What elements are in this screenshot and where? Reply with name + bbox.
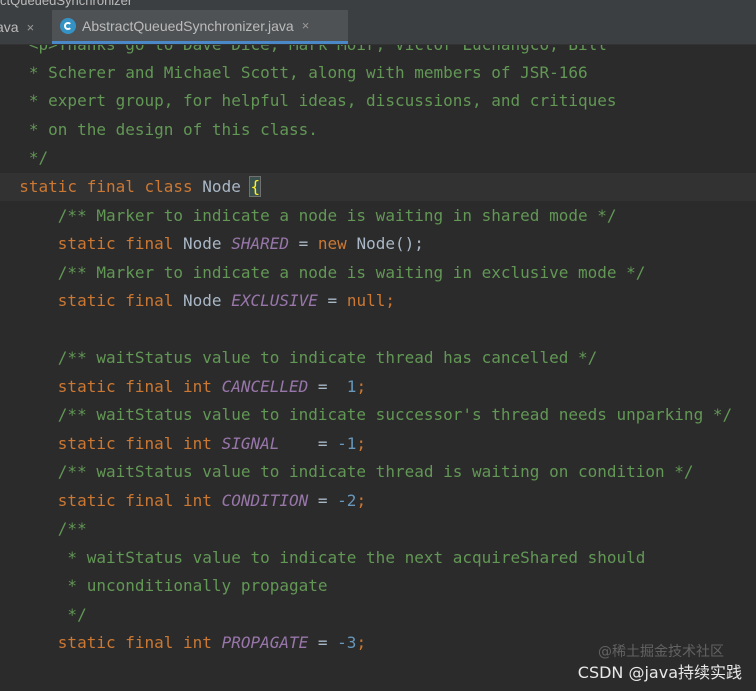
watermark: @稀土掘金技术社区 CSDN @java持续实践 [577, 644, 742, 683]
tab-label: AbstractQueuedSynchronizer.java [82, 17, 294, 34]
matched-brace: { [249, 176, 262, 197]
editor-tab-bar: ava × AbstractQueuedSynchronizer.java × [0, 10, 756, 45]
code-line: static final int CANCELLED = 1; [0, 377, 367, 396]
code-line-current: static final class Node { [0, 173, 756, 201]
tab-abstract-queued-synchronizer[interactable]: AbstractQueuedSynchronizer.java × [52, 10, 348, 44]
code-line: static final Node SHARED = new Node(); [0, 234, 424, 253]
code-line: */ [0, 148, 49, 167]
window-title: ctQueuedSynchronizer [0, 0, 133, 8]
code-line: /** waitStatus value to indicate thread … [0, 348, 598, 367]
code-line: static final int CONDITION = -2; [0, 491, 367, 510]
close-icon[interactable]: × [27, 20, 35, 35]
code-line: /** Marker to indicate a node is waiting… [0, 263, 646, 282]
close-icon[interactable]: × [302, 18, 310, 33]
java-class-icon [60, 17, 76, 34]
tab-label: ava [0, 19, 19, 35]
code-line: /** Marker to indicate a node is waiting… [0, 206, 617, 225]
watermark-text: CSDN @java持续实践 [577, 663, 742, 682]
code-line: */ [0, 605, 87, 624]
tab-previous-file[interactable]: ava × [0, 10, 52, 44]
code-editor[interactable]: <p>Thanks go to Dave Dice, Mark Moir, Vi… [0, 45, 756, 691]
code-line: <p>Thanks go to Dave Dice, Mark Moir, Vi… [0, 45, 756, 59]
watermark-faint: @稀土掘金技术社区 [598, 644, 724, 660]
code-line: * unconditionally propagate [0, 576, 328, 595]
code-line: static final int SIGNAL = -1; [0, 434, 367, 453]
code-line: * waitStatus value to indicate the next … [0, 548, 646, 567]
code-line: * Scherer and Michael Scott, along with … [0, 63, 588, 82]
code-line: /** waitStatus value to indicate success… [0, 405, 733, 424]
code-line: * expert group, for helpful ideas, discu… [0, 91, 617, 110]
code-line: /** waitStatus value to indicate thread … [0, 462, 694, 481]
code-line: /** [0, 519, 87, 538]
code-line: static final Node EXCLUSIVE = null; [0, 291, 395, 310]
window-titlebar: ctQueuedSynchronizer [0, 0, 756, 10]
code-line: * on the design of this class. [0, 120, 318, 139]
